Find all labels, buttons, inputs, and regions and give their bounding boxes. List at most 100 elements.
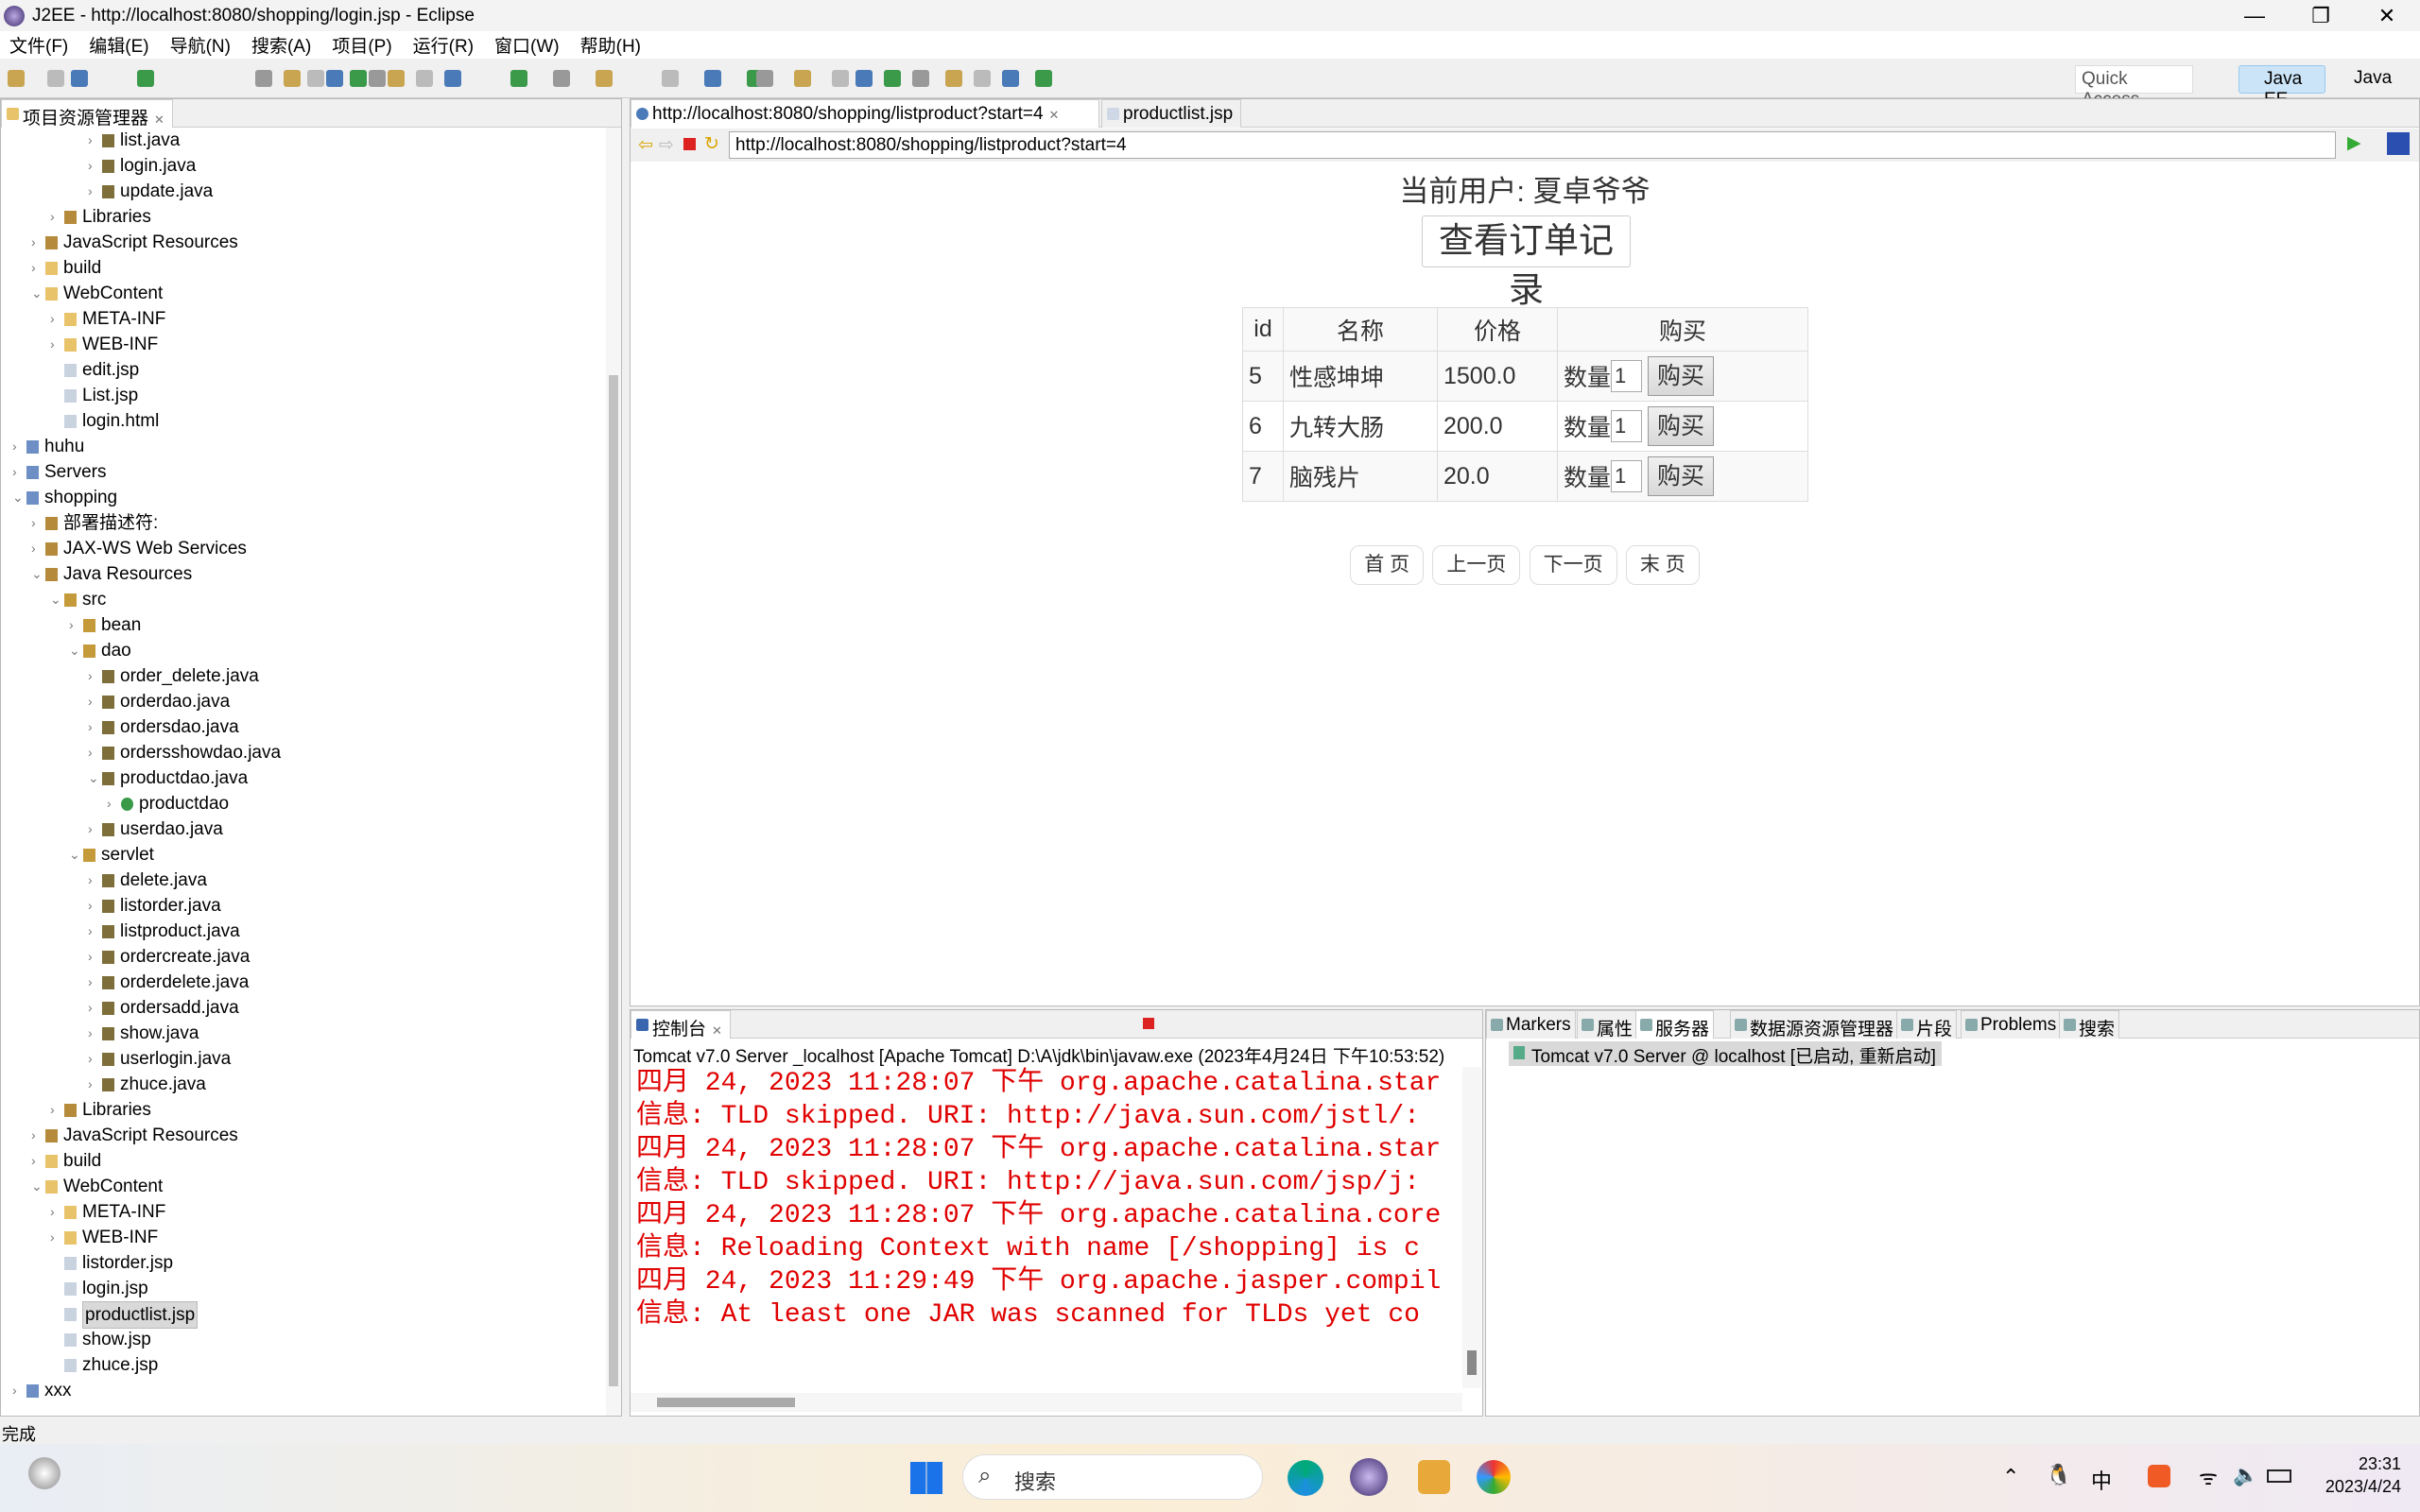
next-page-button[interactable]: 下一页: [1529, 545, 1617, 585]
menu-edit[interactable]: 编辑(E): [89, 32, 148, 58]
chevron-right-icon[interactable]: ›: [31, 536, 44, 561]
chevron-down-icon[interactable]: ⌄: [69, 638, 82, 663]
edge-icon[interactable]: [1288, 1460, 1323, 1496]
chevron-down-icon[interactable]: ⌄: [31, 281, 44, 306]
chrome-icon[interactable]: [1477, 1460, 1511, 1494]
ime-indicator[interactable]: 中: [2091, 1465, 2112, 1495]
toolbar-button-icon[interactable]: [255, 70, 272, 87]
tab-servers-1[interactable]: 属性: [1577, 1010, 1638, 1040]
chevron-right-icon[interactable]: ›: [88, 893, 101, 919]
terminate-icon[interactable]: [1143, 1018, 1154, 1029]
quantity-input[interactable]: 1: [1611, 410, 1643, 442]
chevron-right-icon[interactable]: ›: [12, 459, 26, 485]
wifi-icon[interactable]: ᯤ: [2199, 1463, 2218, 1491]
tab-console[interactable]: 控制台 ✕: [631, 1010, 731, 1040]
toolbar-button-icon[interactable]: [307, 70, 324, 87]
toolbar-button-icon[interactable]: [369, 70, 386, 87]
chevron-down-icon[interactable]: ⌄: [12, 485, 26, 510]
toolbar-button-icon[interactable]: [974, 70, 991, 87]
menu-run[interactable]: 运行(R): [413, 32, 474, 58]
toolbar-button-icon[interactable]: [510, 70, 527, 87]
notes-icon[interactable]: [1418, 1460, 1450, 1494]
chevron-right-icon[interactable]: ›: [50, 204, 63, 230]
close-icon[interactable]: ✕: [1049, 108, 1060, 122]
volume-icon[interactable]: 🔈: [2233, 1463, 2258, 1487]
qq-icon[interactable]: 🐧: [2046, 1463, 2071, 1487]
chevron-down-icon[interactable]: ⌄: [31, 1174, 44, 1199]
close-icon[interactable]: ✕: [712, 1023, 722, 1038]
tab-servers-6[interactable]: 搜索: [2059, 1010, 2120, 1040]
refresh-icon[interactable]: ↻: [704, 133, 719, 155]
chevron-right-icon[interactable]: ›: [88, 128, 101, 153]
chevron-right-icon[interactable]: ›: [88, 663, 101, 689]
toolbar-button-icon[interactable]: [794, 70, 811, 87]
chevron-right-icon[interactable]: ›: [88, 816, 101, 842]
close-icon[interactable]: ✕: [154, 112, 164, 127]
chevron-right-icon[interactable]: ›: [12, 434, 26, 459]
chevron-right-icon[interactable]: ›: [31, 1148, 44, 1174]
quantity-input[interactable]: 1: [1611, 360, 1643, 392]
chevron-right-icon[interactable]: ›: [31, 1123, 44, 1148]
chevron-right-icon[interactable]: ›: [88, 919, 101, 944]
chevron-right-icon[interactable]: ›: [88, 153, 101, 179]
chevron-right-icon[interactable]: ›: [88, 1021, 101, 1046]
chevron-right-icon[interactable]: ›: [88, 868, 101, 893]
quantity-input[interactable]: 1: [1611, 460, 1643, 492]
toolbar-button-icon[interactable]: [856, 70, 873, 87]
toolbar-button-icon[interactable]: [284, 70, 301, 87]
chevron-right-icon[interactable]: ›: [31, 510, 44, 536]
weather-icon[interactable]: [28, 1457, 60, 1489]
quick-access-input[interactable]: Quick Access: [2075, 65, 2193, 110]
first-page-button[interactable]: 首 页: [1350, 545, 1425, 585]
tab-servers-3[interactable]: 数据源资源管理器: [1730, 1010, 1899, 1040]
chevron-down-icon[interactable]: ⌄: [31, 561, 44, 587]
explorer-scrollbar[interactable]: [606, 128, 621, 1416]
chevron-right-icon[interactable]: ›: [88, 689, 101, 714]
buy-button[interactable]: 购买: [1648, 356, 1715, 396]
toolbar-button-icon[interactable]: [704, 70, 721, 87]
chevron-down-icon[interactable]: ⌄: [69, 842, 82, 868]
tab-servers-4[interactable]: 片段: [1896, 1010, 1958, 1040]
buy-button[interactable]: 购买: [1648, 456, 1715, 496]
chevron-right-icon[interactable]: ›: [12, 1378, 26, 1403]
chevron-right-icon[interactable]: ›: [50, 332, 63, 357]
go-icon[interactable]: ▶: [2347, 132, 2361, 154]
toolbar-button-icon[interactable]: [326, 70, 343, 87]
chevron-right-icon[interactable]: ›: [88, 995, 101, 1021]
menu-file[interactable]: 文件(F): [9, 32, 68, 58]
toolbar-button-icon[interactable]: [444, 70, 461, 87]
toolbar-button-icon[interactable]: [945, 70, 962, 87]
chevron-right-icon[interactable]: ›: [50, 1225, 63, 1250]
tab-servers-2[interactable]: 服务器: [1635, 1010, 1715, 1040]
toolbar-button-icon[interactable]: [596, 70, 613, 87]
chevron-right-icon[interactable]: ›: [31, 230, 44, 255]
chevron-right-icon[interactable]: ›: [50, 306, 63, 332]
last-page-button[interactable]: 末 页: [1625, 545, 1700, 585]
tab-browser[interactable]: http://localhost:8080/shopping/listprodu…: [631, 99, 1099, 128]
menu-project[interactable]: 项目(P): [332, 32, 391, 58]
chevron-right-icon[interactable]: ›: [88, 1072, 101, 1097]
toolbar-button-icon[interactable]: [756, 70, 773, 87]
toolbar-button-icon[interactable]: [416, 70, 433, 87]
chevron-right-icon[interactable]: ›: [88, 740, 101, 765]
minimize-button[interactable]: —: [2221, 0, 2288, 31]
menu-navigate[interactable]: 导航(N): [170, 32, 231, 58]
stop-icon[interactable]: [683, 138, 696, 150]
toolbar-button-icon[interactable]: [388, 70, 405, 87]
chevron-down-icon[interactable]: ⌄: [88, 765, 101, 791]
taskbar-search[interactable]: ⌕ 搜索: [962, 1454, 1263, 1500]
toolbar-button-icon[interactable]: [71, 70, 88, 87]
chevron-right-icon[interactable]: ›: [88, 179, 101, 204]
toolbar-button-icon[interactable]: [47, 70, 64, 87]
forward-icon[interactable]: ⇨: [659, 134, 674, 156]
toolbar-button-icon[interactable]: [884, 70, 901, 87]
buy-button[interactable]: 购买: [1648, 406, 1715, 446]
sogou-icon[interactable]: [2148, 1465, 2170, 1487]
chevron-right-icon[interactable]: ›: [88, 944, 101, 970]
restore-button[interactable]: ❐: [2288, 0, 2354, 31]
menu-window[interactable]: 窗口(W): [494, 32, 560, 58]
tab-servers-5[interactable]: Problems: [1961, 1010, 2062, 1039]
menu-search[interactable]: 搜索(A): [251, 32, 311, 58]
chevron-right-icon[interactable]: ›: [107, 791, 120, 816]
clock[interactable]: 23:31 2023/4/24: [2278, 1452, 2401, 1498]
